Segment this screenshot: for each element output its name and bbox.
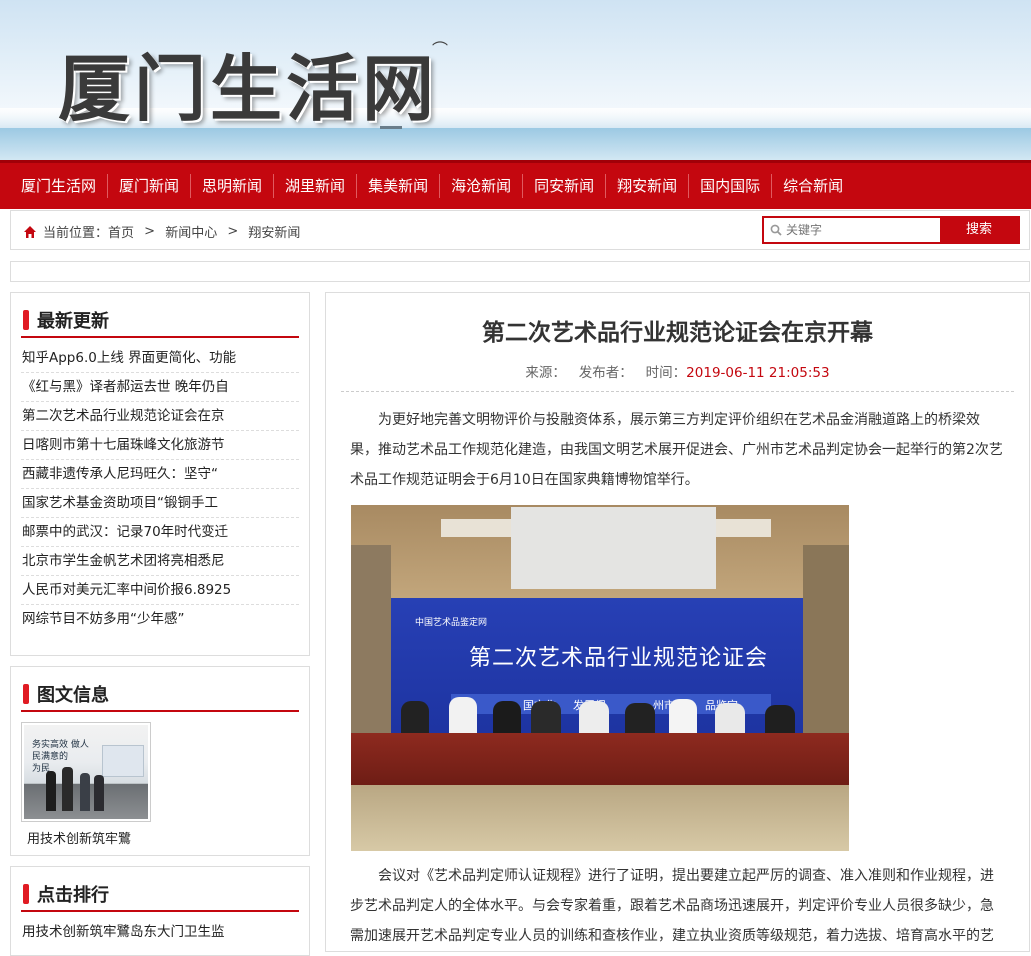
latest-updates-box: 最新更新 知乎App6.0上线 界面更简化、功能 《红与黑》译者郝运去世 晚年仍… (10, 292, 310, 656)
source-label: 来源： (525, 365, 566, 381)
list-item[interactable]: 网综节目不妨多用“少年感” (21, 605, 299, 633)
photo-person (401, 701, 429, 735)
photo-table (351, 733, 849, 785)
nav-item-haicang-news[interactable]: 海沧新闻 (440, 174, 524, 198)
article: 第二次艺术品行业规范论证会在京开幕 来源： 发布者： 时间：2019-06-11… (325, 292, 1030, 952)
photo-person (715, 703, 745, 735)
time-label: 时间： (645, 365, 687, 381)
nav-item-jimei-news[interactable]: 集美新闻 (357, 174, 441, 198)
breadcrumb-prefix: 当前位置： (43, 226, 109, 241)
photo-news-image: 务实高效 做人民满意的 为民 (24, 725, 148, 819)
search-input[interactable] (786, 223, 926, 237)
photo-news-box: 图文信息 务实高效 做人民满意的 为民 用技术创新筑牢鷺 (10, 666, 310, 856)
list-item[interactable]: 西藏非遗传承人尼玛旺久：坚守“ (21, 460, 299, 489)
breadcrumb-link-home[interactable]: 首页 (108, 222, 134, 241)
nav-item-general-news[interactable]: 综合新闻 (772, 174, 854, 198)
click-ranking-heading: 点击排行 (21, 877, 299, 912)
article-paragraph: 会议对《艺术品判定师认证规程》进行了证明，提出要建立起严厉的调查、准入准则和作业… (350, 868, 994, 944)
photo-projection-screen (511, 507, 716, 589)
home-icon (24, 225, 36, 238)
photo-person (531, 701, 561, 735)
thumb-sign-text: 务实高效 做人民满意的 (32, 740, 89, 762)
thumb-person (62, 767, 73, 811)
latest-updates-list: 知乎App6.0上线 界面更简化、功能 《红与黑》译者郝运去世 晚年仍自 第二次… (21, 338, 299, 633)
breadcrumb: 当前位置： 首页 > 新闻中心 > 翔安新闻 (23, 222, 300, 241)
heading-marker-icon (23, 683, 29, 704)
photo-wall-right (803, 545, 849, 745)
nav-item-huli-news[interactable]: 湖里新闻 (274, 174, 358, 198)
search-button[interactable]: 搜索 (940, 218, 1018, 242)
photo-backdrop-logo: 中国艺术品鉴定网 (415, 618, 488, 628)
notice-bar (10, 261, 1030, 282)
list-item[interactable]: 日喀则市第十七届珠峰文化旅游节 (21, 431, 299, 460)
photo-news-thumbnail[interactable]: 务实高效 做人民满意的 为民 (21, 722, 151, 822)
article-meta: 来源： 发布者： 时间：2019-06-11 21:05:53 (341, 361, 1014, 392)
photo-news-heading: 图文信息 (21, 677, 299, 712)
thumb-screen (102, 745, 144, 777)
click-ranking-title: 点击排行 (37, 884, 109, 906)
latest-updates-heading: 最新更新 (21, 303, 299, 338)
nav-item-domestic-intl[interactable]: 国内国际 (689, 174, 773, 198)
photo-floor (351, 785, 849, 851)
latest-updates-title: 最新更新 (37, 310, 109, 332)
photo-backdrop-title: 第二次艺术品行业规范论证会 (469, 646, 769, 671)
boat-decoration (380, 112, 402, 129)
list-item[interactable]: 人民币对美元汇率中间价报6.8925 (21, 576, 299, 605)
breadcrumb-separator: > (223, 224, 243, 239)
list-item[interactable]: 第二次艺术品行业规范论证会在京 (21, 402, 299, 431)
thumb-person (46, 771, 56, 811)
photo-person (493, 701, 521, 735)
heading-marker-icon (23, 309, 29, 330)
photo-person (579, 701, 609, 735)
photo-person (449, 697, 477, 735)
list-item[interactable]: 用技术创新筑牢鷺岛东大门卫生监 (21, 918, 299, 946)
photo-news-caption[interactable]: 用技术创新筑牢鷺 (27, 828, 309, 847)
search-box (764, 218, 940, 242)
search-form: 搜索 (762, 216, 1020, 244)
breadcrumb-bar: 当前位置：首页 > 新闻中心 > 翔安新闻 搜索 (10, 210, 1030, 250)
list-item[interactable]: 北京市学生金帆艺术团将亮相悉尼 (21, 547, 299, 576)
search-icon (770, 224, 782, 236)
list-item[interactable]: 国家艺术基金资助项目“锻铜手工 (21, 489, 299, 518)
photo-person (669, 699, 697, 735)
breadcrumb-separator: > (140, 224, 160, 239)
nav-item-xiamen-news[interactable]: 厦门新闻 (108, 174, 192, 198)
article-paragraph: 为更好地完善文明物评价与投融资体系，展示第三方判定评价组织在艺术品金消融道路上的… (350, 412, 1003, 488)
publisher-label: 发布者： (578, 365, 633, 381)
nav-item-xiangan-news[interactable]: 翔安新闻 (606, 174, 690, 198)
article-title: 第二次艺术品行业规范论证会在京开幕 (482, 320, 873, 346)
breadcrumb-link-xiangan[interactable]: 翔安新闻 (248, 222, 300, 241)
list-item[interactable]: 《红与黑》译者郝运去世 晚年仍自 (21, 373, 299, 402)
photo-wall-left (351, 545, 391, 745)
photo-news-title: 图文信息 (37, 684, 109, 706)
main-nav: 厦门生活网 厦门新闻 思明新闻 湖里新闻 集美新闻 海沧新闻 同安新闻 翔安新闻… (0, 160, 1031, 209)
nav-item-siming-news[interactable]: 思明新闻 (191, 174, 275, 198)
heading-marker-icon (23, 883, 29, 904)
article-photo: 中国艺术品鉴定网 第二次艺术品行业规范论证会 国文化 发展促 州市艺 品鉴定 (351, 505, 849, 851)
site-header-banner: 厦门生活网 ⌒ (0, 0, 1031, 160)
thumb-person (94, 775, 104, 811)
publish-time: 2019-06-11 21:05:53 (686, 365, 830, 381)
nav-item-tongan-news[interactable]: 同安新闻 (523, 174, 607, 198)
list-item[interactable]: 知乎App6.0上线 界面更简化、功能 (21, 344, 299, 373)
breadcrumb-link-news-center[interactable]: 新闻中心 (165, 222, 217, 241)
list-item[interactable]: 邮票中的武汉：记录70年时代变迁 (21, 518, 299, 547)
click-ranking-list: 用技术创新筑牢鷺岛东大门卫生监 (21, 912, 299, 946)
nav-item-home[interactable]: 厦门生活网 (10, 174, 109, 198)
bird-icon: ⌒ (432, 40, 449, 59)
click-ranking-box: 点击排行 用技术创新筑牢鷺岛东大门卫生监 (10, 866, 310, 956)
photo-person (765, 705, 795, 735)
photo-person (625, 703, 655, 735)
thumb-person (80, 773, 90, 811)
